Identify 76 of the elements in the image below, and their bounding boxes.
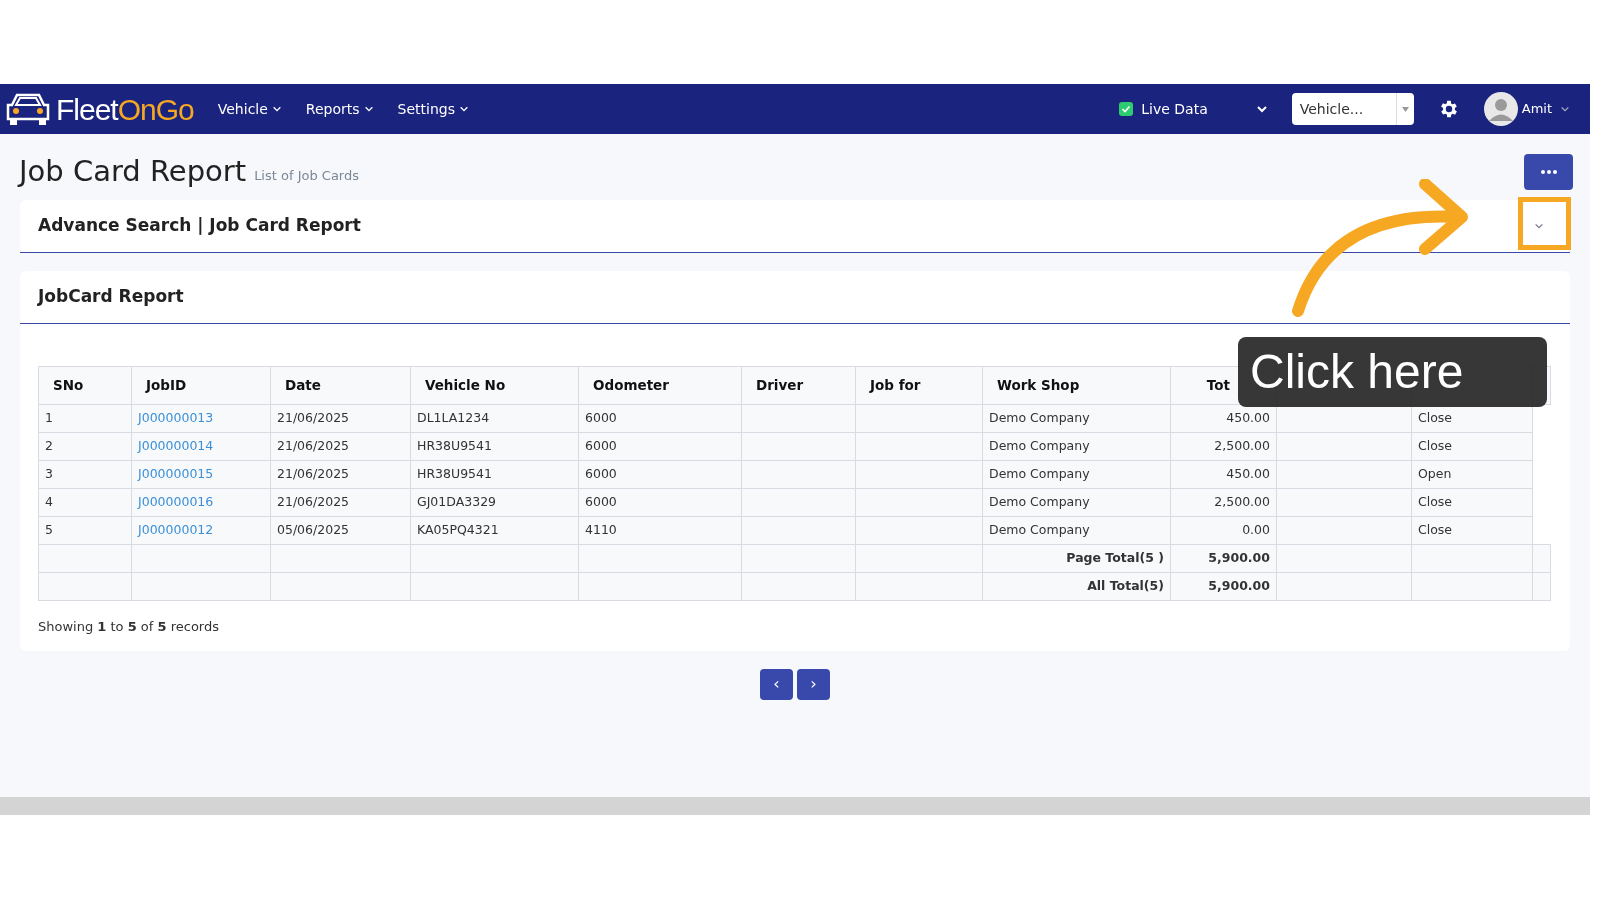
previous-page-button[interactable]: ‹ [760,668,793,700]
brand-logo[interactable]: FleetOnGo [56,86,194,132]
chevron-down-icon[interactable] [1255,103,1268,115]
highlight-frame [1518,197,1571,250]
check-icon [1121,104,1132,114]
column-header: SNo [53,377,84,394]
more-icon [1540,170,1557,174]
column-header: Vehicle No [425,377,506,394]
panel-title: JobCard Report [38,285,184,309]
panel-title: Advance Search | Job Card Report [38,214,361,238]
callout-tooltip: Click here [1238,337,1547,407]
column-header: Date [285,377,321,394]
total-value: 5,900.00 [1208,550,1270,566]
column-header: Driver [756,377,804,394]
page-subtitle: List of Job Cards [254,167,359,186]
avatar-icon[interactable] [1483,92,1518,126]
table-cell: 450.00 [1226,410,1270,426]
table-cell: 4 [45,494,53,510]
table-cell: 3 [45,466,53,482]
table-cell: 6000 [585,410,617,426]
chevron-down-icon [363,104,374,114]
page-title: Job Card Report [19,153,247,191]
table-cell: HR38U9541 [417,438,492,454]
table-cell: 21/06/2025 [277,494,350,510]
table-cell: Close [1418,438,1453,454]
car-logo-icon [4,91,52,127]
table-cell: 6000 [585,494,617,510]
vehicle-select[interactable]: Vehicle... [1291,93,1414,125]
user-name[interactable]: Amit [1521,99,1552,119]
table-cell: Close [1418,522,1453,538]
table-cell: Open [1418,466,1452,482]
table-cell: 5 [45,522,53,538]
more-options-button[interactable] [1524,154,1573,190]
table-cell: 2,500.00 [1214,494,1270,510]
table-cell: Demo Company [989,438,1090,454]
table-cell: 0.00 [1242,522,1270,538]
chevron-down-icon [458,104,469,114]
table-cell: Demo Company [989,522,1090,538]
caret-down-icon [1401,106,1409,112]
live-data-checkbox[interactable] [1119,102,1134,116]
column-header: Tot [1206,377,1230,394]
table-cell: 1 [45,410,53,426]
table-cell: Close [1418,410,1453,426]
table-cell: 21/06/2025 [277,438,350,454]
column-header: JobID [146,377,187,394]
table-cell: Close [1418,494,1453,510]
table-cell: Demo Company [989,466,1090,482]
total-label: All Total(5) [1087,578,1164,594]
column-header: Job for [870,377,921,394]
table-cell: 2 [45,438,53,454]
table-cell: GJ01DA3329 [417,494,497,510]
table-cell: 6000 [585,466,617,482]
horizontal-scrollbar[interactable] [0,797,1590,815]
table-cell: 21/06/2025 [277,466,350,482]
table-cell: 21/06/2025 [277,410,350,426]
nav-menu[interactable]: Settings [397,98,469,120]
table-cell: KA05PQ4321 [417,522,499,538]
nav-menu[interactable]: Reports [305,98,374,120]
table-cell: 450.00 [1226,466,1270,482]
table-cell: DL1LA1234 [417,410,490,426]
column-header: Work Shop [997,377,1080,394]
nav-menu[interactable]: Vehicle [217,98,282,120]
chevron-down-icon [271,104,282,114]
total-value: 5,900.00 [1208,578,1270,594]
table-cell: Demo Company [989,494,1090,510]
next-page-button[interactable]: › [797,668,830,700]
records-summary: Showing 1 to 5 of 5 records [38,618,220,636]
table-cell: 05/06/2025 [277,522,350,538]
live-data-label: Live Data [1141,99,1208,119]
table-cell: HR38U9541 [417,466,492,482]
table-cell: 2,500.00 [1214,438,1270,454]
table-cell: Demo Company [989,410,1090,426]
column-header: Odometer [593,377,669,394]
table-cell: 4110 [585,522,617,538]
total-label: Page Total(5 ) [1066,550,1164,566]
table-cell: 6000 [585,438,617,454]
